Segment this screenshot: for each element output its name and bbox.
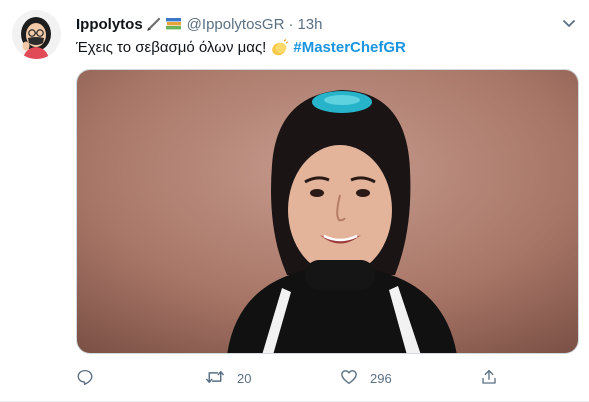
like-button[interactable]: 296: [340, 366, 392, 390]
retweet-icon: [205, 368, 225, 389]
chevron-down-icon[interactable]: [558, 14, 580, 34]
clapping-hands-icon: [270, 39, 289, 57]
share-button[interactable]: [480, 366, 498, 390]
tweet[interactable]: Ippolytos @IppolytosGR · 13h Έχεις το σε…: [0, 0, 589, 402]
reply-button[interactable]: [76, 366, 106, 390]
retweet-button[interactable]: 20: [205, 366, 251, 390]
timestamp[interactable]: 13h: [297, 16, 322, 33]
reply-icon: [76, 368, 94, 389]
separator: ·: [288, 15, 294, 33]
heart-icon: [340, 368, 358, 389]
like-count: 296: [370, 370, 392, 386]
paintbrush-icon: [145, 16, 163, 32]
handle[interactable]: @IppolytosGR: [187, 16, 285, 33]
tweet-image[interactable]: [76, 69, 579, 354]
display-name[interactable]: Ippolytos: [76, 16, 143, 33]
tweet-text: Έχεις το σεβασμό όλων μας! #MasterChefGR: [76, 38, 406, 58]
retweet-count: 20: [237, 370, 252, 386]
avatar[interactable]: [12, 10, 61, 59]
books-icon: [165, 16, 183, 32]
tweet-header: Ippolytos @IppolytosGR · 13h: [76, 14, 322, 34]
tweet-actions: 20 296: [76, 366, 506, 390]
hashtag-link[interactable]: #MasterChefGR: [293, 38, 406, 58]
share-icon: [480, 368, 498, 389]
tweet-body: Έχεις το σεβασμό όλων μας!: [76, 39, 267, 56]
